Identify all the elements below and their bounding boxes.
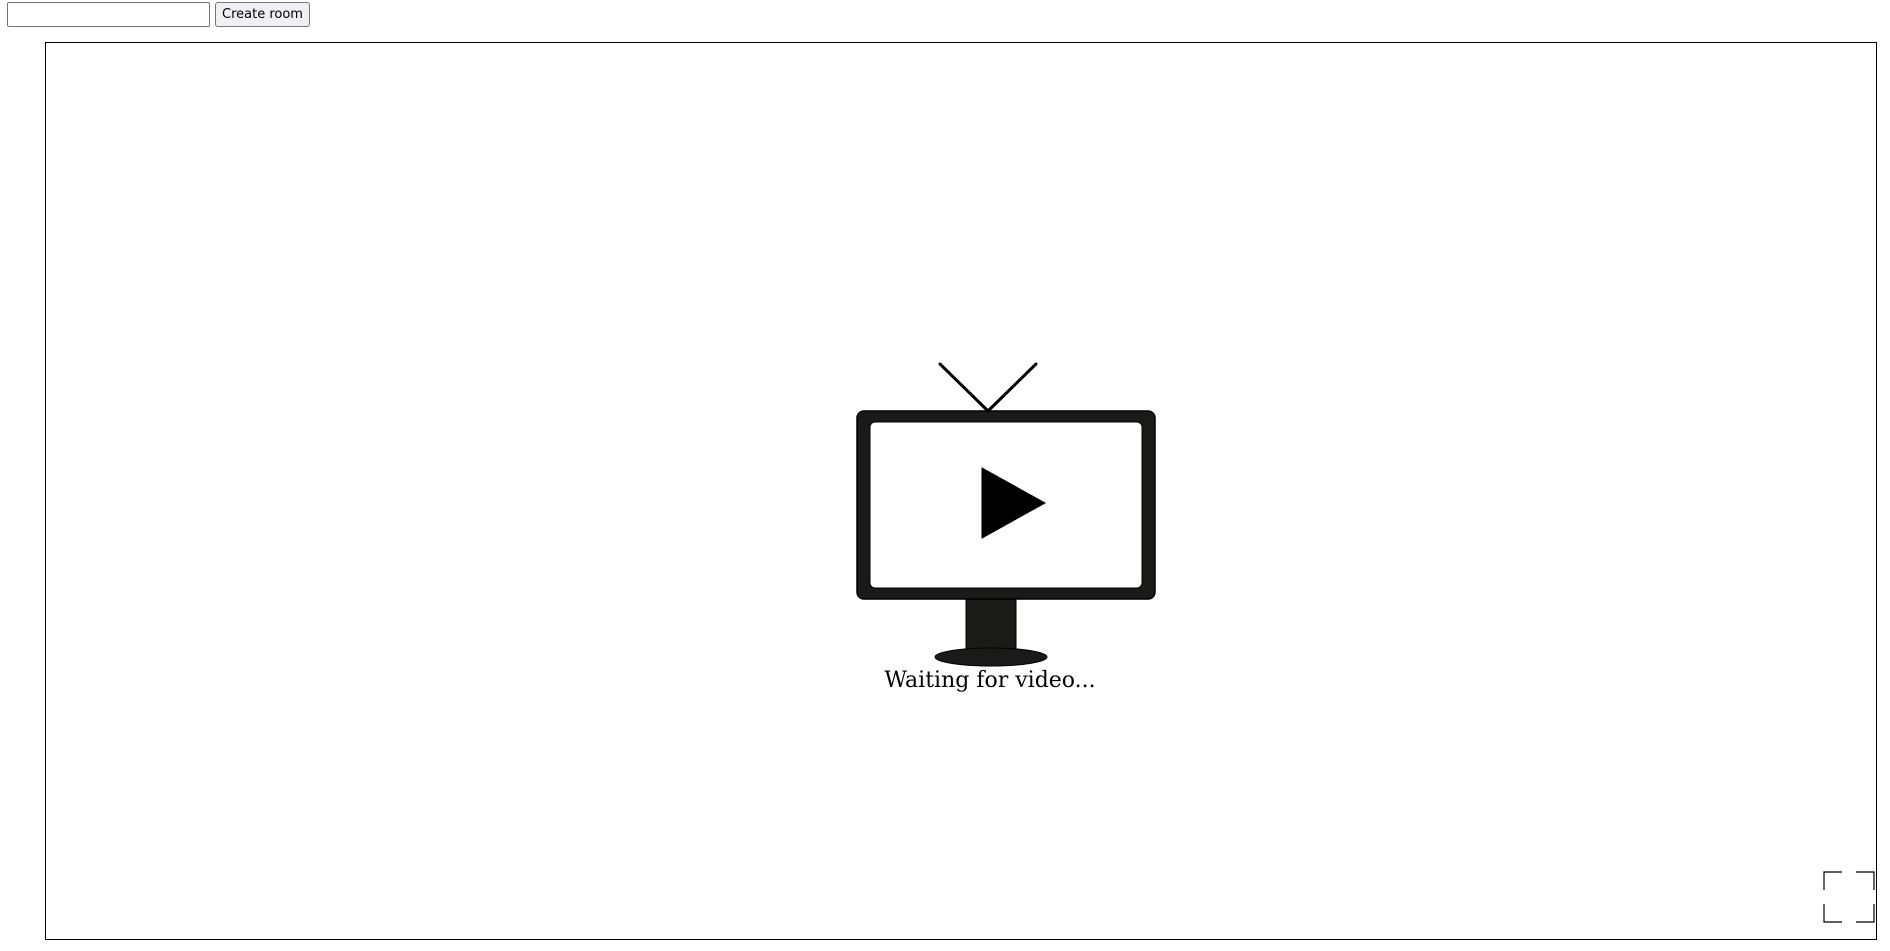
create-room-button[interactable]: Create room bbox=[215, 2, 310, 27]
fullscreen-button[interactable] bbox=[1823, 871, 1875, 923]
room-name-input[interactable] bbox=[7, 2, 210, 27]
fullscreen-icon bbox=[1823, 871, 1875, 923]
room-toolbar: Create room bbox=[7, 2, 310, 27]
video-placeholder: Waiting for video... bbox=[810, 323, 1170, 703]
tv-play-icon bbox=[856, 362, 1156, 667]
video-player[interactable]: Waiting for video... bbox=[45, 42, 1877, 940]
waiting-status-text: Waiting for video... bbox=[884, 668, 1096, 693]
